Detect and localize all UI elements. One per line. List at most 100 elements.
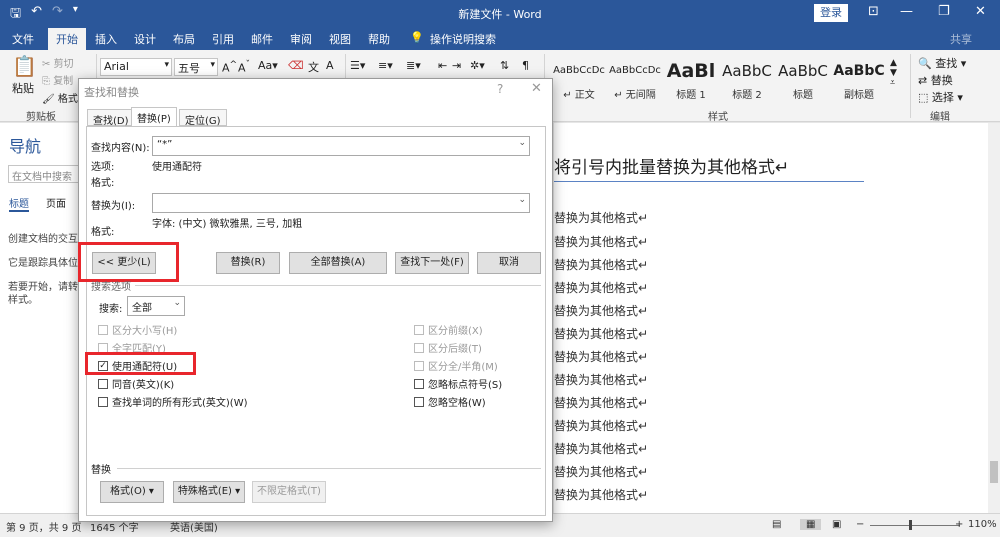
grow-font-icon[interactable]: A^	[222, 59, 237, 75]
decrease-indent-icon[interactable]: ⇤	[438, 59, 447, 72]
save-icon[interactable]: 🖫	[10, 4, 21, 26]
tab-design[interactable]: 设计	[134, 31, 156, 47]
format-painter-button[interactable]: 🖌 格式	[42, 90, 78, 105]
match-case-checkbox[interactable]: 区分大小写(H)	[98, 322, 177, 337]
tab-insert[interactable]: 插入	[95, 31, 117, 47]
tab-find[interactable]: 查找(D)	[87, 109, 135, 127]
match-prefix-checkbox[interactable]: 区分前缀(X)	[414, 322, 483, 337]
read-mode-icon[interactable]: ▤	[772, 519, 781, 530]
ignore-whitespace-checkbox[interactable]: 忽略空格(W)	[414, 394, 486, 409]
sounds-like-checkbox[interactable]: 同音(英文)(K)	[98, 376, 174, 391]
restore-icon[interactable]: ❐	[938, 4, 950, 19]
tab-layout[interactable]: 布局	[173, 31, 195, 47]
multilevel-icon[interactable]: ≣▾	[406, 59, 421, 72]
cut-button[interactable]: ✂ 剪切	[42, 55, 74, 70]
sort-icon[interactable]: ⇅	[500, 59, 509, 72]
style-heading1[interactable]: AaBl 标题 1	[663, 56, 719, 101]
chevron-down-icon[interactable]: ⌄	[518, 138, 526, 148]
font-name-select[interactable]: Arial ▾	[100, 58, 172, 76]
nav-tab-pages[interactable]: 页面	[46, 195, 66, 210]
tab-mailings[interactable]: 邮件	[251, 31, 273, 47]
zoom-slider-thumb[interactable]	[909, 520, 912, 530]
format-button[interactable]: 格式(O) ▾	[100, 481, 164, 503]
print-layout-icon[interactable]: ▦	[800, 519, 822, 530]
find-what-input[interactable]: “*” ⌄	[152, 136, 530, 156]
vertical-scrollbar[interactable]	[988, 123, 1000, 513]
bullets-icon[interactable]: ☰▾	[350, 59, 365, 72]
style-heading2[interactable]: AaBbC 标题 2	[719, 56, 775, 101]
shrink-font-icon[interactable]: Aˇ	[238, 59, 250, 75]
tab-file[interactable]: 文件	[12, 31, 34, 47]
style-title[interactable]: AaBbC 标题	[775, 56, 831, 101]
tab-home[interactable]: 开始	[48, 28, 86, 50]
tab-replace[interactable]: 替换(P)	[131, 107, 177, 127]
chinese-layout-icon[interactable]: ✲▾	[470, 59, 485, 72]
styles-gallery-more-icon[interactable]: ▲ ▼ ⩡	[890, 58, 897, 88]
replace-with-label: 替换为(I):	[91, 201, 136, 212]
redo-icon[interactable]: ↷	[52, 4, 63, 26]
font-size-select[interactable]: 五号 ▾	[174, 58, 218, 76]
ribbon-display-icon[interactable]: ⊡	[868, 4, 879, 19]
nav-tab-headings[interactable]: 标题	[9, 195, 29, 212]
numbering-icon[interactable]: ≡▾	[378, 59, 393, 72]
editing-group-label: 编辑	[930, 112, 950, 123]
select-button[interactable]: ⬚ 选择 ▾	[918, 89, 963, 105]
scrollbar-thumb[interactable]	[990, 461, 998, 483]
tab-references[interactable]: 引用	[212, 31, 234, 47]
highlight-box	[78, 242, 179, 282]
copy-button[interactable]: ⎘ 复制	[42, 72, 73, 87]
zoom-in-icon[interactable]: +	[955, 519, 963, 530]
help-icon[interactable]: ?	[497, 82, 503, 96]
tab-help[interactable]: 帮助	[368, 31, 390, 47]
style-normal[interactable]: AaBbCcDc ↵ 正文	[551, 56, 607, 101]
chevron-down-icon[interactable]: ⌄	[518, 195, 526, 205]
tell-me-search[interactable]: 操作说明搜索	[430, 31, 496, 47]
document-line: 替换为其他格式↵	[554, 442, 649, 456]
replace-with-input[interactable]: ⌄	[152, 193, 530, 213]
login-button[interactable]: 登录	[814, 4, 848, 22]
find-button[interactable]: 🔍 查找 ▾	[918, 55, 966, 71]
find-options-label: 选项:	[91, 162, 115, 173]
match-suffix-checkbox[interactable]: 区分后缀(T)	[414, 340, 482, 355]
ribbon-divider	[910, 54, 911, 118]
zoom-out-icon[interactable]: −	[856, 519, 864, 530]
replace-one-button[interactable]: 替换(R)	[216, 252, 280, 274]
customize-qat-icon[interactable]: ▾	[73, 4, 78, 26]
share-button[interactable]: 共享	[950, 31, 972, 47]
paste-icon[interactable]: 📋	[12, 54, 37, 78]
document-page[interactable]: 将引号内批量替换为其他格式↵ 替换为其他格式↵ 替换为其他格式↵ 替换为其他格式…	[554, 123, 988, 513]
web-layout-icon[interactable]: ▣	[832, 519, 841, 530]
cancel-button[interactable]: 取消	[477, 252, 541, 274]
paste-button[interactable]: 粘贴	[12, 80, 34, 96]
tab-view[interactable]: 视图	[329, 31, 351, 47]
all-word-forms-checkbox[interactable]: 查找单词的所有形式(英文)(W)	[98, 394, 248, 409]
tab-goto[interactable]: 定位(G)	[179, 109, 227, 127]
close-window-icon[interactable]: ✕	[975, 4, 986, 19]
clear-format-icon[interactable]: ⌫	[288, 59, 304, 72]
zoom-level[interactable]: 110%	[968, 519, 997, 530]
dialog-body: 查找内容(N): “*” ⌄ 选项: 使用通配符 格式: 替换为(I): ⌄ 格式…	[78, 126, 546, 516]
chevron-down-icon[interactable]: ⌄	[173, 298, 181, 308]
minimize-icon[interactable]: —	[900, 4, 913, 19]
tab-review[interactable]: 审阅	[290, 31, 312, 47]
replace-all-button[interactable]: 全部替换(A)	[289, 252, 387, 274]
increase-indent-icon[interactable]: ⇥	[452, 59, 461, 72]
style-no-spacing[interactable]: AaBbCcDc ↵ 无间隔	[607, 56, 663, 101]
style-subtitle[interactable]: AaBbC 副标题	[831, 56, 887, 101]
document-heading: 将引号内批量替换为其他格式↵	[554, 158, 790, 178]
phonetic-icon[interactable]: 文	[308, 59, 319, 75]
undo-icon[interactable]: ↶	[31, 4, 42, 26]
ignore-punctuation-checkbox[interactable]: 忽略标点符号(S)	[414, 376, 502, 391]
special-button[interactable]: 特殊格式(E) ▾	[173, 481, 245, 503]
show-marks-icon[interactable]: ¶	[522, 59, 529, 72]
change-case-icon[interactable]: Aa▾	[258, 59, 278, 72]
close-icon[interactable]: ✕	[531, 81, 542, 96]
char-border-icon[interactable]: A	[326, 59, 334, 72]
zoom-slider[interactable]	[870, 525, 960, 526]
search-direction-select[interactable]: 全部 ⌄	[127, 296, 185, 316]
match-width-checkbox[interactable]: 区分全/半角(M)	[414, 358, 498, 373]
no-formatting-button[interactable]: 不限定格式(T)	[252, 481, 326, 503]
find-next-button[interactable]: 查找下一处(F)	[395, 252, 469, 274]
page-count[interactable]: 第 9 页，共 9 页	[6, 519, 81, 534]
replace-button[interactable]: ⇄ 替换	[918, 72, 953, 88]
